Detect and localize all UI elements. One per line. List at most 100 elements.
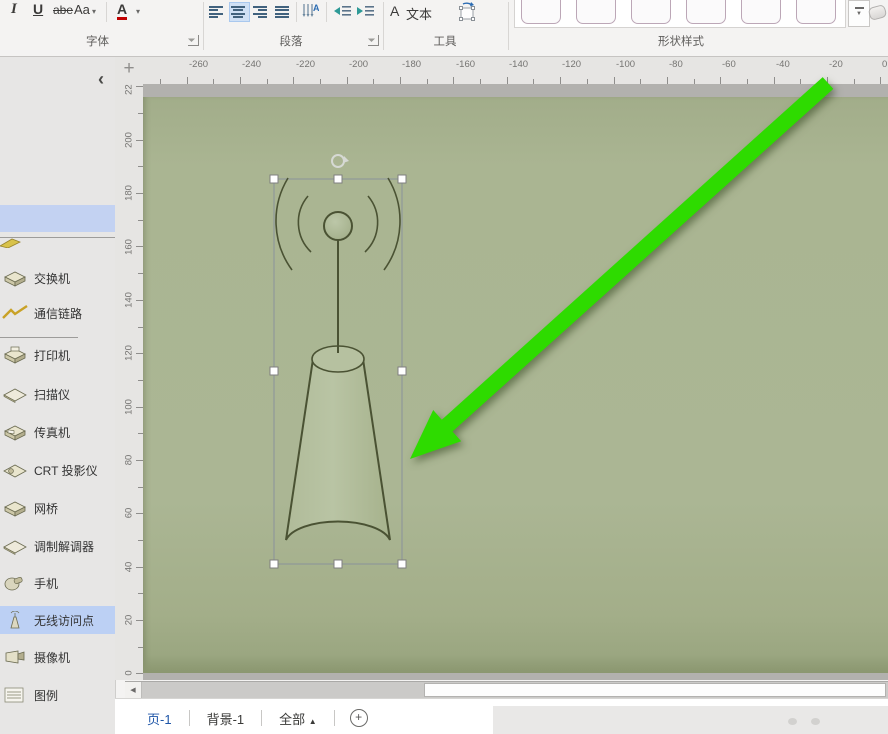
gallery-more-caret-icon: ▼ [849,11,869,17]
sidebar-item-label: CRT 投影仪 [34,462,98,479]
strikethrough-button[interactable]: abe [53,3,73,17]
shape-style-thumbnail[interactable] [631,0,671,24]
printer-icon [2,346,28,364]
eraser-icon[interactable] [868,4,888,21]
legend-icon [2,686,28,704]
v-ruler-label: 80 [124,455,135,466]
sidebar-item-label: 图例 [34,687,58,704]
sidebar-item-comm-link[interactable]: 通信链路 [0,299,115,327]
increase-indent-button[interactable] [356,4,375,18]
scrollbar-thumb[interactable] [424,683,886,697]
bridge-icon [2,499,28,517]
comm-link-icon [2,304,28,322]
sidebar-item-label: 摄像机 [34,649,70,666]
v-ruler-label: 100 [124,399,135,415]
h-ruler-label: -220 [296,59,315,70]
h-ruler-label: -100 [616,59,635,70]
change-case-button[interactable]: Aa [74,2,90,17]
ribbon: I U abe Aa ▾ A ▾ 字体 A 段落 [0,0,888,57]
h-ruler-label: -160 [456,59,475,70]
shape-style-thumbnail[interactable] [686,0,726,24]
sidebar-item-legend[interactable]: 图例 [0,681,115,709]
gallery-more-button[interactable]: ▼ [848,0,870,27]
status-bar [493,706,888,734]
v-ruler-label: 220 [124,84,135,95]
sidebar-item-bridge[interactable]: 网桥 [0,494,115,522]
font-group-label: 字体 [0,33,195,49]
paragraph-group-label: 段落 [205,33,377,49]
align-left-button[interactable] [208,3,227,21]
sidebar-item-printer[interactable]: 打印机 [0,341,115,369]
svg-text:A: A [313,3,319,13]
paragraph-dialog-launcher-icon[interactable] [368,35,379,46]
v-ruler-label: 120 [124,345,135,361]
drawing-canvas[interactable] [143,84,888,680]
v-ruler-label: 180 [124,185,135,201]
shape-style-gallery[interactable] [514,0,846,28]
status-mark [788,718,797,725]
sidebar-item-switch[interactable]: 交换机 [0,264,115,292]
sidebar-item-mobile-phone[interactable]: 手机 [0,569,115,597]
wireless-access-point-icon [2,611,28,629]
sidebar-item-modem[interactable]: 调制解调器 [0,532,115,560]
visio-window: I U abe Aa ▾ A ▾ 字体 A 段落 [0,0,888,734]
drawing-page[interactable] [143,97,888,673]
v-ruler-label: 20 [124,615,135,626]
sidebar-item-label: 扫描仪 [34,386,70,403]
collapse-panel-chevron-icon[interactable]: ‹ [98,69,104,90]
modem-icon [2,537,28,555]
sidebar-item-wireless-access-point[interactable]: 无线访问点 [0,606,115,634]
camera-icon [2,648,28,666]
ruler-origin-crosshair-icon[interactable]: + [115,57,143,84]
tab-page-1[interactable]: 页-1 [143,707,176,730]
horizontal-ruler: -260 -240 -220 -200 -180 -160 -140 -120 … [143,57,888,85]
v-ruler-label: 0 [124,670,135,675]
h-ruler-label: -40 [776,59,790,70]
text-tool-button[interactable]: 文本 [406,4,432,23]
shape-style-thumbnail[interactable] [796,0,836,24]
text-block-tool-icon[interactable] [455,1,479,22]
decrease-indent-button[interactable] [333,4,352,18]
h-ruler-label: -200 [349,59,368,70]
text-tool-a-glyph[interactable]: A [390,3,399,19]
font-dialog-launcher-icon[interactable] [188,35,199,46]
page-tab-bar: 页-1 背景-1 全部 ▲ + [115,698,888,734]
align-right-button[interactable] [252,3,271,21]
crt-projector-icon [2,461,28,479]
shape-style-thumbnail[interactable] [741,0,781,24]
shape-style-thumbnail[interactable] [576,0,616,24]
tab-all-caret-icon: ▲ [309,717,317,726]
sidebar-item-camera[interactable]: 摄像机 [0,643,115,671]
sidebar-item-fax[interactable]: 传真机 [0,418,115,446]
underline-button[interactable]: U [33,1,43,17]
stencil-header-selected[interactable] [0,205,115,232]
fax-icon [2,423,28,441]
tab-background-1[interactable]: 背景-1 [203,707,249,730]
add-page-button[interactable]: + [350,709,368,727]
mobile-phone-icon [2,574,28,592]
scroll-left-button[interactable]: ◀ [125,682,142,699]
horizontal-scrollbar[interactable]: ◀ [125,681,888,699]
switch-icon [2,269,28,287]
sidebar-item-crt-projector[interactable]: CRT 投影仪 [0,456,115,484]
sidebar-item-label: 打印机 [34,347,70,364]
italic-button[interactable]: I [11,1,17,18]
h-ruler-label: 0 [882,59,887,70]
text-direction-button[interactable]: A [301,2,319,20]
shape-style-thumbnail[interactable] [521,0,561,24]
change-case-caret-icon[interactable]: ▾ [92,7,96,16]
justify-button[interactable] [274,3,293,21]
sidebar-item-label: 通信链路 [34,305,82,322]
tab-all-label: 全部 [279,712,305,727]
h-ruler-label: -20 [829,59,843,70]
v-ruler-label: 200 [124,132,135,148]
font-color-caret-icon[interactable]: ▾ [136,7,140,16]
font-color-button[interactable]: A [117,1,127,20]
tab-all-pages[interactable]: 全部 ▲ [275,707,321,730]
h-ruler-label: -140 [509,59,528,70]
h-ruler-label: -180 [402,59,421,70]
sidebar-item-scanner[interactable]: 扫描仪 [0,380,115,408]
v-ruler-label: 160 [124,239,135,255]
partial-stencil-icon [0,238,24,248]
align-center-button[interactable] [230,3,249,21]
